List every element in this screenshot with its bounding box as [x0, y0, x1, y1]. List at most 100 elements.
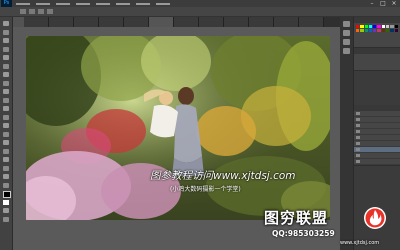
path-select-tool-icon[interactable] [3, 157, 9, 162]
document-tab[interactable] [224, 17, 249, 27]
swatch-grid [354, 23, 400, 34]
blur-tool-icon[interactable] [3, 123, 9, 128]
color-swatch[interactable] [390, 25, 394, 28]
color-swatch[interactable] [364, 29, 368, 32]
layer-thumbnail-icon [356, 118, 360, 121]
layer-thumbnail-icon [356, 130, 360, 133]
foreground-color-icon[interactable] [3, 191, 11, 198]
color-swatch[interactable] [360, 25, 364, 28]
color-swatch[interactable] [390, 29, 394, 32]
layers-list [354, 111, 400, 165]
healing-brush-tool-icon[interactable] [3, 72, 9, 77]
panel-header[interactable] [354, 48, 400, 54]
color-swatch[interactable] [356, 29, 360, 32]
window-controls: – □ × [368, 0, 398, 7]
watermark-subtitle: (小鸡大数码摄影一个学堂) [170, 186, 241, 193]
document-tab[interactable] [299, 17, 324, 27]
screen-mode-icon[interactable] [3, 216, 9, 222]
color-swatch[interactable] [377, 25, 381, 28]
lasso-tool-icon[interactable] [3, 38, 9, 43]
color-swatch[interactable] [394, 25, 398, 28]
eraser-tool-icon[interactable] [3, 106, 9, 111]
document-tab[interactable] [174, 17, 199, 27]
background-color-icon[interactable] [3, 199, 9, 205]
paragraph-icon[interactable] [343, 48, 350, 54]
dodge-tool-icon[interactable] [3, 131, 9, 137]
layer-thumbnail-icon [356, 160, 360, 163]
color-swatch[interactable] [356, 25, 360, 28]
menu-item[interactable] [76, 3, 90, 5]
gradient-tool-icon[interactable] [3, 114, 9, 120]
eyedropper-tool-icon[interactable] [3, 63, 9, 69]
layer-thumbnail-icon [356, 148, 360, 151]
close-button[interactable]: × [390, 0, 398, 7]
document-tab[interactable] [74, 17, 99, 27]
minimize-button[interactable]: – [368, 0, 376, 7]
color-swatch[interactable] [381, 29, 386, 32]
crop-tool-icon[interactable] [3, 55, 9, 60]
color-swatch[interactable] [368, 25, 373, 28]
color-swatch[interactable] [381, 25, 386, 28]
clone-stamp-tool-icon[interactable] [3, 89, 9, 94]
document-tab[interactable] [99, 17, 124, 27]
hand-tool-icon[interactable] [3, 174, 9, 179]
woman-head [178, 87, 194, 105]
layer-thumbnail-icon [356, 142, 360, 145]
color-swatch[interactable] [386, 29, 390, 32]
photoshop-logo-icon: Ps [1, 0, 12, 7]
option-icon[interactable] [47, 9, 53, 14]
pen-tool-icon[interactable] [3, 140, 9, 145]
document-tab[interactable] [149, 17, 174, 27]
menu-item[interactable] [56, 3, 70, 5]
document-tab[interactable] [49, 17, 74, 27]
color-swatch[interactable] [360, 29, 364, 32]
info-icon[interactable] [343, 30, 350, 36]
brush-tool-icon[interactable] [3, 80, 9, 86]
adjustments-panel [354, 48, 400, 71]
color-swatch[interactable] [377, 29, 381, 32]
quick-mask-icon[interactable] [3, 208, 9, 213]
layer-thumbnail-icon [356, 112, 360, 115]
character-icon[interactable] [343, 39, 350, 45]
menu-item[interactable] [156, 3, 170, 5]
menu-item[interactable] [16, 3, 30, 5]
color-swatch[interactable] [364, 25, 368, 28]
maximize-button[interactable]: □ [379, 0, 387, 7]
layer-thumbnail-icon [356, 124, 360, 127]
option-icon[interactable] [29, 9, 35, 14]
layer-thumbnail-icon [356, 154, 360, 157]
layers-panel [354, 105, 400, 166]
document-tab[interactable] [274, 17, 299, 27]
document-tab[interactable] [24, 17, 49, 27]
menu-item[interactable] [96, 3, 110, 5]
zoom-tool-icon[interactable] [3, 182, 9, 188]
flame-logo-icon [364, 207, 386, 229]
color-swatch[interactable] [368, 29, 373, 32]
brand-title: 图穷联盟 [264, 209, 329, 227]
marquee-tool-icon[interactable] [3, 29, 9, 35]
tool-preset-icon[interactable] [20, 9, 26, 14]
layer-row[interactable] [354, 159, 400, 165]
type-tool-icon[interactable] [3, 148, 9, 154]
options-bar [0, 7, 400, 17]
color-swatch[interactable] [373, 29, 377, 32]
document-tab[interactable] [199, 17, 224, 27]
document-tab[interactable] [124, 17, 149, 27]
color-swatch[interactable] [373, 25, 377, 28]
document-tab[interactable] [249, 17, 274, 27]
brand-overlay: 图穷联盟 QQ:985303259 www.xjtdsj.com [258, 205, 400, 250]
layer-thumbnail-icon [356, 136, 360, 139]
menu-item[interactable] [36, 3, 50, 5]
move-tool-icon[interactable] [3, 21, 9, 26]
quick-select-tool-icon[interactable] [3, 46, 9, 52]
color-swatch[interactable] [394, 29, 398, 32]
history-brush-tool-icon[interactable] [3, 97, 9, 103]
shape-tool-icon[interactable] [3, 165, 9, 171]
menu-item[interactable] [136, 3, 150, 5]
menu-items [16, 0, 170, 7]
option-icon[interactable] [38, 9, 44, 14]
history-icon[interactable] [343, 21, 350, 27]
watermark-url: 图参教程访问www.xjtdsj.com [150, 170, 296, 182]
menu-item[interactable] [116, 3, 130, 5]
color-swatch[interactable] [386, 25, 390, 28]
